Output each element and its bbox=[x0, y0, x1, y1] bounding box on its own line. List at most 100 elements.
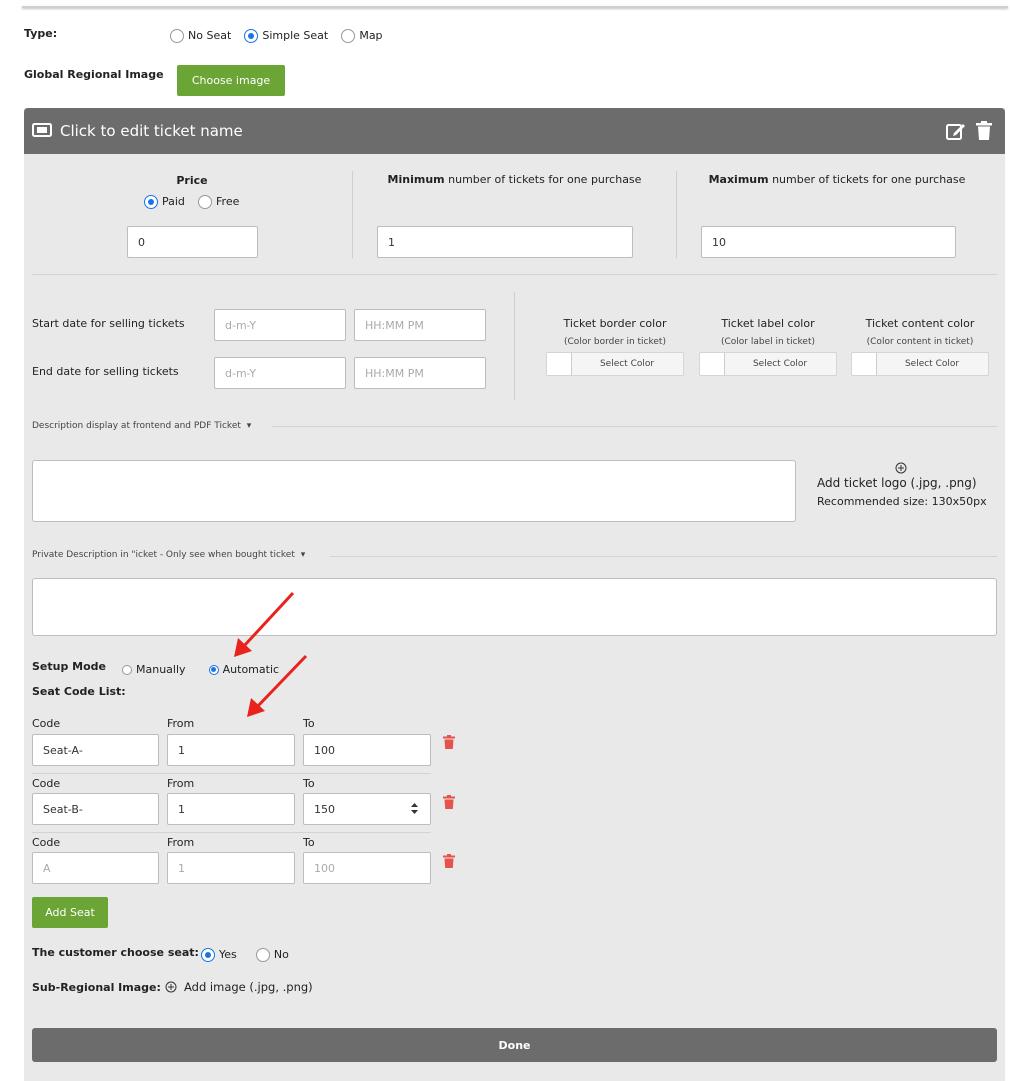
section-divider-1 bbox=[32, 274, 997, 275]
add-logo-label[interactable]: Add ticket logo (.jpg, .png) bbox=[817, 476, 977, 490]
caret-down-icon: ▾ bbox=[300, 550, 306, 560]
type-radio-group: No Seat Simple Seat Map bbox=[170, 25, 391, 44]
choose-seat-radio-no[interactable] bbox=[255, 947, 270, 962]
ticket-name-title[interactable]: Click to edit ticket name bbox=[60, 122, 243, 140]
content-color-title: Ticket content color bbox=[865, 317, 975, 330]
seat-from-input[interactable]: 1 bbox=[167, 734, 295, 766]
choose-image-button[interactable]: Choose image bbox=[177, 65, 285, 96]
price-radio-group: Paid Free bbox=[144, 191, 247, 210]
max-tickets-input[interactable]: 10 bbox=[701, 226, 956, 258]
choose-seat-option-yes: Yes bbox=[219, 948, 237, 961]
private-description-toggle[interactable]: Private Description in "icket - Only see… bbox=[32, 550, 305, 560]
add-seat-button[interactable]: Add Seat bbox=[32, 897, 108, 928]
plus-circle-icon[interactable] bbox=[165, 981, 177, 993]
type-radio-map[interactable] bbox=[341, 28, 356, 43]
border-color-button[interactable]: Select Color bbox=[546, 352, 684, 376]
description-toggle[interactable]: Description display at frontend and PDF … bbox=[32, 421, 251, 431]
setup-option-manually: Manually bbox=[136, 663, 186, 676]
ticket-icon bbox=[32, 123, 52, 137]
content-color-swatch bbox=[852, 353, 877, 375]
end-date-label: End date for selling tickets bbox=[32, 365, 179, 378]
trash-icon[interactable] bbox=[443, 795, 455, 809]
private-divider bbox=[330, 556, 997, 557]
start-time-input[interactable]: HH:MM PM bbox=[354, 309, 486, 341]
trash-icon[interactable] bbox=[443, 854, 455, 868]
logo-size-hint: Recommended size: 130x50px bbox=[817, 495, 987, 508]
seat-to-input[interactable]: 100 bbox=[303, 734, 431, 766]
seat-header-code: Code bbox=[32, 717, 61, 730]
price-label: Price bbox=[176, 174, 208, 187]
top-divider bbox=[22, 6, 1008, 8]
number-stepper-icon[interactable] bbox=[410, 801, 419, 816]
end-time-input[interactable]: HH:MM PM bbox=[354, 357, 486, 389]
border-color-swatch bbox=[547, 353, 572, 375]
label-color-title: Ticket label color bbox=[721, 317, 815, 330]
type-radio-no-seat[interactable] bbox=[170, 28, 184, 43]
max-tickets-label: Maximum number of tickets for one purcha… bbox=[677, 173, 997, 186]
seat-to-input[interactable]: 100 bbox=[303, 852, 431, 884]
price-radio-paid[interactable] bbox=[144, 194, 158, 209]
max-label-bold: Maximum bbox=[708, 173, 769, 186]
seat-header-to: To bbox=[303, 777, 315, 790]
border-color-sub: (Color border in ticket) bbox=[564, 337, 666, 347]
content-color-sub: (Color content in ticket) bbox=[866, 337, 974, 347]
seat-header-from: From bbox=[167, 777, 195, 790]
trash-icon[interactable] bbox=[976, 121, 992, 140]
private-description-label: Private Description in "icket - Only see… bbox=[32, 550, 295, 560]
trash-icon[interactable] bbox=[443, 735, 455, 749]
seat-header-from: From bbox=[167, 836, 195, 849]
min-label-rest: number of tickets for one purchase bbox=[444, 173, 642, 186]
description-textarea[interactable] bbox=[32, 460, 796, 522]
private-description-textarea[interactable] bbox=[32, 578, 997, 636]
setup-radio-automatic[interactable] bbox=[208, 664, 219, 675]
seat-row-divider bbox=[32, 832, 431, 833]
type-radio-simple-seat[interactable] bbox=[244, 28, 259, 43]
price-input[interactable]: 0 bbox=[127, 226, 258, 258]
label-color-sub: (Color label in ticket) bbox=[720, 337, 815, 347]
description-divider bbox=[272, 426, 997, 427]
edit-icon[interactable] bbox=[946, 121, 966, 140]
seat-code-input[interactable]: Seat-A- bbox=[32, 734, 159, 766]
max-label-rest: number of tickets for one purchase bbox=[768, 173, 966, 186]
choose-seat-radio-group: Yes No bbox=[201, 944, 297, 963]
min-tickets-input[interactable]: 1 bbox=[377, 226, 633, 258]
choose-seat-radio-yes[interactable] bbox=[201, 947, 215, 962]
min-tickets-label: Minimum number of tickets for one purcha… bbox=[353, 173, 676, 186]
seat-code-input[interactable]: Seat-B- bbox=[32, 793, 159, 825]
setup-mode-radio-group: Manually Automatic bbox=[122, 659, 287, 678]
setup-radio-manually[interactable] bbox=[122, 664, 132, 675]
price-option-free: Free bbox=[216, 195, 240, 208]
global-image-label: Global Regional Image bbox=[24, 68, 164, 81]
seat-header-to: To bbox=[303, 836, 315, 849]
label-color-button[interactable]: Select Color bbox=[699, 352, 837, 376]
seat-from-input[interactable]: 1 bbox=[167, 852, 295, 884]
type-option-map: Map bbox=[359, 29, 383, 42]
date-divider bbox=[514, 292, 515, 400]
seat-header-code: Code bbox=[32, 777, 61, 790]
seat-code-input[interactable]: A bbox=[32, 852, 159, 884]
label-color-swatch bbox=[700, 353, 725, 375]
add-sub-image-link[interactable]: Add image (.jpg, .png) bbox=[184, 980, 313, 994]
setup-mode-label: Setup Mode bbox=[32, 660, 107, 673]
seat-header-from: From bbox=[167, 717, 195, 730]
start-date-input[interactable]: d-m-Y bbox=[214, 309, 346, 341]
min-label-bold: Minimum bbox=[387, 173, 445, 186]
border-color-title: Ticket border color bbox=[563, 317, 667, 330]
content-color-button[interactable]: Select Color bbox=[851, 352, 989, 376]
sub-regional-label: Sub-Regional Image: bbox=[32, 981, 161, 994]
type-option-simple-seat: Simple Seat bbox=[262, 29, 329, 42]
type-label: Type: bbox=[24, 27, 58, 40]
plus-circle-icon[interactable] bbox=[895, 462, 907, 474]
seat-code-list-label: Seat Code List: bbox=[32, 685, 126, 698]
label-color-button-label: Select Color bbox=[752, 359, 808, 369]
price-option-paid: Paid bbox=[162, 195, 185, 208]
border-color-button-label: Select Color bbox=[599, 359, 655, 369]
choose-seat-option-no: No bbox=[273, 948, 289, 961]
seat-from-input[interactable]: 1 bbox=[167, 793, 295, 825]
content-color-button-label: Select Color bbox=[904, 359, 960, 369]
price-radio-free[interactable] bbox=[198, 194, 213, 209]
end-date-input[interactable]: d-m-Y bbox=[214, 357, 346, 389]
seat-row-divider bbox=[32, 773, 431, 774]
type-option-no-seat: No Seat bbox=[188, 29, 232, 42]
done-button[interactable]: Done bbox=[32, 1028, 997, 1062]
